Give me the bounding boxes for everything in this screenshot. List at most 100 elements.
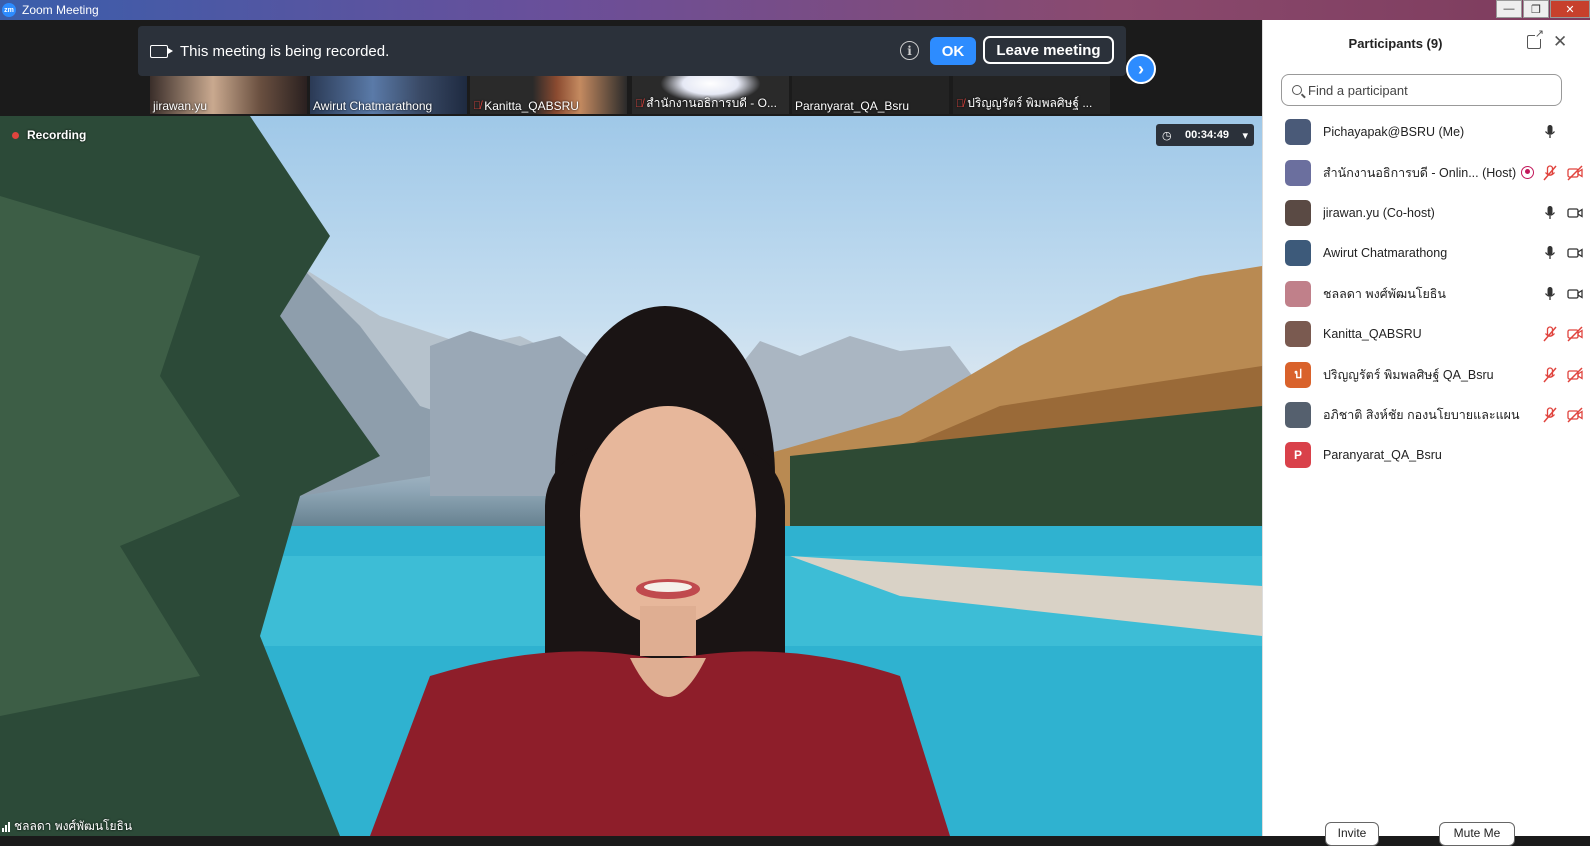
window-close-button[interactable]: ✕: [1550, 0, 1590, 18]
participant-row[interactable]: อภิชาติ สิงห์ชัย กองนโยบายและแผน: [1263, 395, 1590, 435]
participant-row[interactable]: Pichayapak@BSRU (Me): [1263, 112, 1590, 152]
recording-notice-banner: This meeting is being recorded. i OK Lea…: [138, 26, 1126, 76]
thumbnail-video[interactable]: Awirut Chatmarathong: [310, 76, 467, 114]
video-camera-icon: [150, 44, 173, 58]
video-off-icon: [1567, 165, 1583, 181]
mic-muted-icon: [1543, 164, 1557, 181]
mute-me-button[interactable]: Mute Me: [1439, 822, 1515, 846]
participant-name: Kanitta_QABSRU: [1323, 327, 1422, 342]
minimize-button[interactable]: —: [1496, 0, 1522, 18]
participant-status-icons: [1521, 122, 1590, 142]
leave-meeting-button[interactable]: Leave meeting: [983, 36, 1114, 64]
thumbnail-name: 🎙̸ สำนักงานอธิการบดี - O...: [635, 96, 777, 110]
window-titlebar: zm Zoom Meeting — ❐ ✕: [0, 0, 1590, 20]
avatar: [1285, 401, 1311, 428]
active-speaker-label: ชลลดา พงศ์พัฒนโยธิน: [2, 817, 132, 836]
zoom-app-icon: zm: [2, 3, 16, 17]
participant-status-icons: [1521, 163, 1590, 183]
avatar: [1285, 240, 1311, 267]
video-camera-icon: [1567, 289, 1583, 299]
avatar: [1285, 119, 1311, 146]
video-off-icon: [1567, 407, 1583, 423]
mic-muted-icon: 🎙̸: [956, 97, 965, 110]
thumbnail-strip: jirawan.yu Awirut Chatmarathong 🎙̸ Kanitt…: [0, 20, 1262, 116]
participant-row[interactable]: Kanitta_QABSRU: [1263, 314, 1590, 354]
avatar: [1285, 280, 1311, 307]
thumbnail-name: Paranyarat_QA_Bsru: [795, 99, 910, 113]
close-icon[interactable]: ✕: [1553, 32, 1567, 52]
recording-dot-icon: [12, 131, 19, 139]
ok-button[interactable]: OK: [930, 37, 976, 65]
recording-label: Recording: [27, 128, 87, 142]
thumbnail-video[interactable]: 🎙̸ Kanitta_QABSRU: [470, 76, 627, 114]
video-camera-icon: [1567, 208, 1583, 218]
participant-row[interactable]: ป ปริญญรัตร์ พิมพลศิษฐ์ QA_Bsru: [1263, 354, 1590, 394]
virtual-background-image: [0, 116, 1262, 836]
mic-muted-icon: [1543, 366, 1557, 383]
info-icon[interactable]: i: [900, 41, 919, 60]
thumbnail-name: jirawan.yu: [153, 99, 208, 113]
participant-name: ชลลดา พงศ์พัฒนโยธิน: [1323, 286, 1446, 301]
avatar: [1285, 321, 1311, 348]
participants-footer: Invite Mute Me: [1263, 816, 1590, 846]
mic-muted-icon: [1543, 407, 1557, 423]
participant-row[interactable]: ชลลดา พงศ์พัฒนโยธิน: [1263, 274, 1590, 314]
maximize-button[interactable]: ❐: [1523, 0, 1549, 18]
thumbnail-name: 🎙̸ Kanitta_QABSRU: [473, 99, 579, 113]
mic-muted-icon: [1543, 326, 1557, 342]
participant-row[interactable]: jirawan.yu (Co-host): [1263, 193, 1590, 233]
participant-list: Pichayapak@BSRU (Me) สำนักงานอธิการบดี - …: [1263, 112, 1590, 476]
participant-name: สำนักงานอธิการบดี - Onlin... (Host): [1323, 165, 1517, 180]
participant-status-icons: [1521, 324, 1590, 344]
participant-name: ปริญญรัตร์ พิมพลศิษฐ์ QA_Bsru: [1323, 367, 1494, 382]
participant-status-icons: [1521, 203, 1590, 223]
participant-row[interactable]: สำนักงานอธิการบดี - Onlin... (Host): [1263, 152, 1590, 192]
participant-name: Pichayapak@BSRU (Me): [1323, 125, 1465, 140]
thumbnail-name: 🎙̸ ปริญญรัตร์ พิมพลศิษฐ์ ...: [956, 96, 1093, 110]
invite-button[interactable]: Invite: [1325, 822, 1379, 846]
participant-row[interactable]: P Paranyarat_QA_Bsru: [1263, 435, 1590, 475]
active-speaker-name: ชลลดา พงศ์พัฒนโยธิน: [14, 819, 133, 833]
participant-name: Paranyarat_QA_Bsru: [1323, 448, 1442, 463]
participants-panel: Participants (9) ✕ Pichayapak@BSRU (Me) ส…: [1262, 20, 1590, 846]
avatar: [1285, 159, 1311, 186]
thumbnail-video[interactable]: 🎙̸ ปริญญรัตร์ พิมพลศิษฐ์ ...: [953, 76, 1110, 114]
participant-search[interactable]: [1281, 74, 1562, 106]
avatar: [1285, 199, 1311, 226]
thumbnail-video[interactable]: 🎙̸ สำนักงานอธิการบดี - O...: [632, 76, 789, 114]
participant-name: Awirut Chatmarathong: [1323, 246, 1448, 261]
mic-icon: [1544, 205, 1556, 219]
chevron-down-icon: ▾: [1242, 129, 1248, 142]
meeting-main-area: jirawan.yu Awirut Chatmarathong 🎙̸ Kanitt…: [0, 20, 1262, 836]
mic-icon: [1544, 125, 1556, 139]
mic-icon: [1544, 286, 1556, 300]
mic-muted-icon: 🎙̸: [635, 97, 644, 110]
video-camera-icon: [1567, 248, 1583, 259]
thumbnail-video[interactable]: Paranyarat_QA_Bsru: [792, 76, 949, 114]
participant-name: อภิชาติ สิงห์ชัย กองนโยบายและแผน: [1323, 407, 1520, 422]
window-title: Zoom Meeting: [22, 3, 99, 17]
participant-name: jirawan.yu (Co-host): [1323, 205, 1435, 220]
participant-search-input[interactable]: [1308, 82, 1548, 98]
window-controls: — ❐ ✕: [1495, 0, 1590, 20]
thumbnail-name: Awirut Chatmarathong: [313, 99, 433, 113]
signal-bars-icon: [2, 821, 10, 832]
participant-status-icons: [1521, 243, 1590, 263]
avatar: P: [1285, 442, 1311, 469]
video-off-icon: [1567, 367, 1583, 383]
video-off-icon: [1567, 326, 1583, 342]
avatar: ป: [1285, 361, 1311, 388]
participant-status-icons: [1521, 365, 1590, 385]
mic-muted-icon: 🎙̸: [473, 100, 482, 112]
mic-icon: [1544, 246, 1556, 260]
meeting-timer[interactable]: ◷ 00:34:49 ▾: [1156, 124, 1254, 146]
next-page-chevron-icon[interactable]: ›: [1126, 54, 1156, 84]
recording-notice-text: This meeting is being recorded.: [180, 42, 390, 60]
participant-status-icons: [1521, 445, 1590, 465]
search-icon: [1292, 85, 1302, 95]
recording-icon: [1521, 165, 1534, 179]
popout-icon[interactable]: [1527, 29, 1544, 49]
participant-status-icons: [1521, 405, 1590, 425]
participant-row[interactable]: Awirut Chatmarathong: [1263, 233, 1590, 273]
thumbnail-video[interactable]: jirawan.yu: [150, 76, 307, 114]
